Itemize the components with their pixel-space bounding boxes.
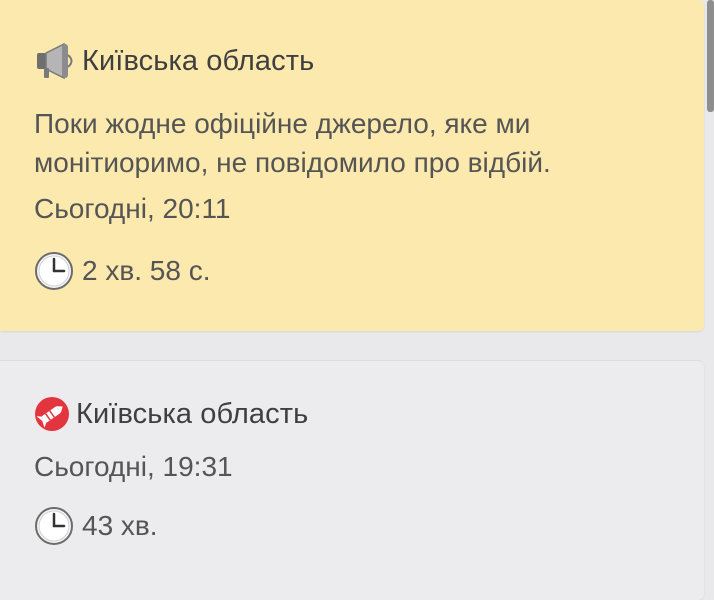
alert-title-row: Київська область [34,396,308,432]
alert-title-row: Київська область [34,41,314,81]
alert-duration: 2 хв. 58 с. [82,255,211,286]
alert-duration-row: 43 хв. [34,506,158,546]
alert-time: Сьогодні, 19:31 [34,451,233,482]
clock-icon [34,251,74,291]
alert-card-active[interactable]: Київська область Поки жодне офіційне дже… [0,0,704,331]
alert-time: Сьогодні, 20:11 [34,193,231,224]
megaphone-icon [34,41,78,81]
alert-region-title: Київська область [76,397,309,430]
alert-duration: 43 хв. [82,510,158,541]
clock-icon [34,506,74,546]
alert-duration-row: 2 хв. 58 с. [34,251,211,291]
scrollbar[interactable] [707,0,714,112]
rocket-badge-icon [34,396,70,432]
alert-message: Поки жодне офіційне джерело, яке ми моні… [34,108,551,178]
alert-region-title: Київська область [82,44,315,77]
alert-card-ended[interactable]: Київська область Сьогодні, 19:31 43 хв. [0,360,704,600]
